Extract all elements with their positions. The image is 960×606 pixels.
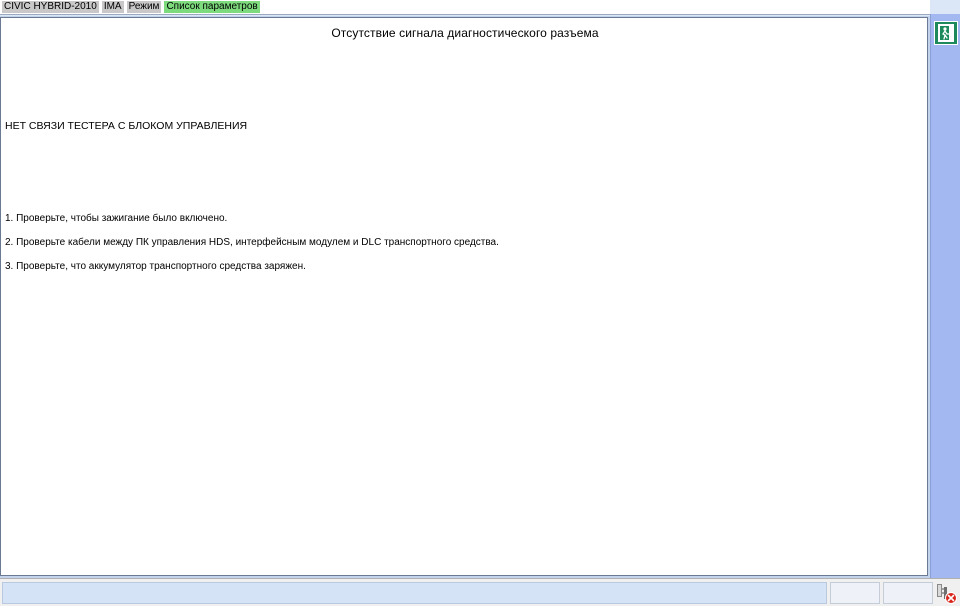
status-cell: [883, 582, 933, 604]
instruction-step: 3. Проверьте, что аккумулятор транспортн…: [5, 261, 306, 272]
exit-button[interactable]: [934, 21, 958, 45]
breadcrumb-bar: CIVIC HYBRID-2010 IMA Режим Список парам…: [0, 0, 960, 16]
right-toolbar: [930, 14, 960, 578]
breadcrumb-item-system[interactable]: IMA: [101, 0, 124, 13]
message-panel: Отсутствие сигнала диагностического разъ…: [0, 17, 928, 576]
instruction-step: 2. Проверьте кабели между ПК управления …: [5, 237, 499, 248]
page-title: Отсутствие сигнала диагностического разъ…: [331, 26, 599, 40]
breadcrumb: CIVIC HYBRID-2010 IMA Режим Список парам…: [2, 0, 260, 13]
status-cell: [830, 582, 880, 604]
error-headline: НЕТ СВЯЗИ ТЕСТЕРА С БЛОКОМ УПРАВЛЕНИЯ: [5, 120, 248, 132]
connection-error-icon[interactable]: [934, 581, 958, 605]
instruction-step: 1. Проверьте, чтобы зажигание было включ…: [5, 213, 228, 224]
exit-door-icon: [938, 24, 954, 42]
breadcrumb-item-mode[interactable]: Режим: [126, 0, 162, 13]
status-message: [2, 582, 827, 604]
status-bar: [0, 578, 960, 606]
hds-window: CIVIC HYBRID-2010 IMA Режим Список парам…: [0, 0, 960, 606]
breadcrumb-item-vehicle[interactable]: CIVIC HYBRID-2010: [2, 0, 99, 13]
breadcrumb-item-parameter-list[interactable]: Список параметров: [164, 0, 260, 13]
